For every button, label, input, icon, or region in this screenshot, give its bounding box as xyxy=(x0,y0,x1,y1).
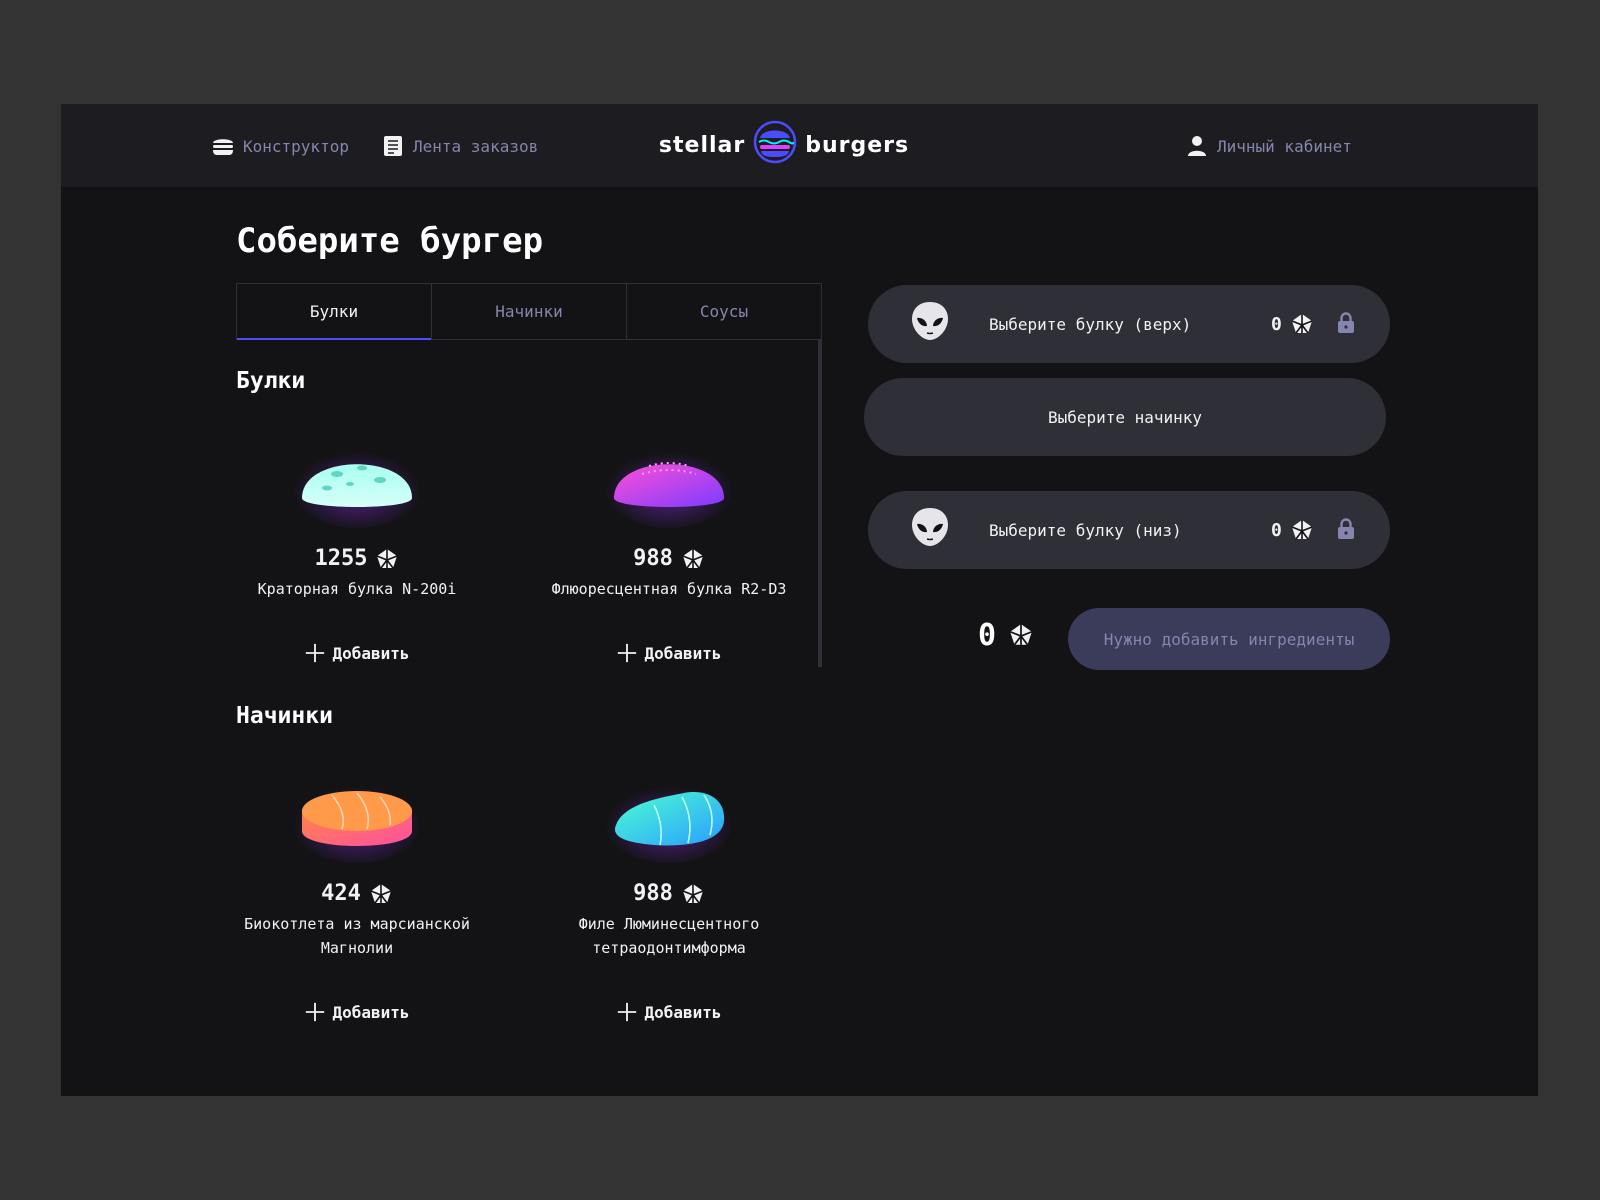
ingredient-price: 988 xyxy=(633,881,705,906)
order-total: 0 xyxy=(978,615,1034,655)
crater-bun-image xyxy=(292,438,422,528)
currency-icon xyxy=(681,882,705,906)
section-title-fillings: Начинки xyxy=(236,703,333,729)
ingredient-card[interactable]: 988 Филе Люминесцентного тетраодонтимфор… xyxy=(539,759,799,1023)
list-icon xyxy=(381,134,405,158)
bottom-bun-price: 0 xyxy=(1271,518,1314,542)
constructor-top-bun-slot[interactable]: Выберите булку (верх) 0 xyxy=(868,285,1390,363)
burger-icon xyxy=(211,134,235,158)
page-title: Соберите бургер xyxy=(236,221,544,261)
nav-feed-link[interactable]: Лента заказов xyxy=(381,131,538,161)
lock-icon[interactable] xyxy=(1334,311,1358,335)
tab-buns[interactable]: Булки xyxy=(236,283,432,340)
ingredient-name: Флюоресцентная булка R2-D3 xyxy=(551,580,787,598)
plus-icon xyxy=(616,642,638,664)
total-value: 0 xyxy=(978,617,997,653)
section-title-buns: Булки xyxy=(236,368,306,394)
add-label: Добавить xyxy=(644,643,722,663)
logo-text-left: stellar xyxy=(658,132,746,158)
ingredient-price: 988 xyxy=(633,546,705,571)
ingredient-name: Краторная булка N-200i xyxy=(257,580,457,598)
fluorescent-bun-image xyxy=(604,438,734,528)
app-header: Конструктор Лента заказов stellar burger… xyxy=(61,104,1538,187)
add-ingredient-button[interactable]: Добавить xyxy=(616,1001,722,1023)
nav-constructor-link[interactable]: Конструктор xyxy=(211,131,349,161)
ingredient-name: Филе Люминесцентного тетраодонтимформа xyxy=(578,915,760,957)
constructor-filling-slot[interactable]: Выберите начинку xyxy=(864,378,1386,456)
alien-icon xyxy=(908,299,952,343)
plus-icon xyxy=(616,1001,638,1023)
ingredient-name: Биокотлета из марсианской Магнолии xyxy=(244,915,470,957)
ingredient-card[interactable]: 1255 Краторная булка N-200i Добавить xyxy=(227,424,487,664)
currency-icon xyxy=(1290,312,1314,336)
currency-icon xyxy=(375,547,399,571)
currency-icon xyxy=(1008,622,1034,648)
price-value: 424 xyxy=(321,881,361,906)
stellar-burgers-logo[interactable]: stellar burgers xyxy=(639,120,929,170)
place-order-button[interactable]: Нужно добавить ингредиенты xyxy=(1068,608,1390,670)
bottom-bun-label: Выберите булку (низ) xyxy=(989,520,1182,540)
price-value: 1255 xyxy=(314,546,368,571)
app-window: Конструктор Лента заказов stellar burger… xyxy=(61,104,1538,1096)
currency-icon xyxy=(681,547,705,571)
add-label: Добавить xyxy=(332,1002,410,1022)
ingredients-scrollbar[interactable] xyxy=(818,339,822,667)
ingredient-price: 424 xyxy=(321,881,393,906)
user-icon xyxy=(1185,134,1209,158)
ingredient-card[interactable]: 424 Биокотлета из марсианской Магнолии Д… xyxy=(227,759,487,1023)
add-label: Добавить xyxy=(644,1002,722,1022)
price-value: 988 xyxy=(633,546,673,571)
add-ingredient-button[interactable]: Добавить xyxy=(304,1001,410,1023)
add-ingredient-button[interactable]: Добавить xyxy=(304,642,410,664)
currency-icon xyxy=(1290,518,1314,542)
price-value: 0 xyxy=(1271,313,1282,335)
add-label: Добавить xyxy=(332,643,410,663)
nav-feed-label: Лента заказов xyxy=(413,136,539,156)
tab-sauces[interactable]: Соусы xyxy=(627,283,822,339)
price-value: 0 xyxy=(1271,519,1282,541)
add-ingredient-button[interactable]: Добавить xyxy=(616,642,722,664)
logo-text-right: burgers xyxy=(805,132,910,158)
currency-icon xyxy=(369,882,393,906)
plus-icon xyxy=(304,642,326,664)
plus-icon xyxy=(304,1001,326,1023)
luminescent-fillet-image xyxy=(604,773,734,863)
nav-constructor-label: Конструктор xyxy=(243,136,349,156)
price-value: 988 xyxy=(633,881,673,906)
lock-icon[interactable] xyxy=(1334,517,1358,541)
alien-icon xyxy=(908,505,952,549)
ingredient-card[interactable]: 988 Флюоресцентная булка R2-D3 Добавить xyxy=(539,424,799,664)
ingredient-tabs: Булки Начинки Соусы xyxy=(236,283,822,340)
constructor-bottom-bun-slot[interactable]: Выберите булку (низ) 0 xyxy=(868,491,1390,569)
top-bun-price: 0 xyxy=(1271,312,1314,336)
nav-profile-label: Личный кабинет xyxy=(1217,136,1352,156)
nav-profile-link[interactable]: Личный кабинет xyxy=(1185,131,1352,161)
logo-burger-icon xyxy=(753,120,797,170)
ingredient-price: 1255 xyxy=(315,546,400,571)
tab-fillings[interactable]: Начинки xyxy=(432,283,627,339)
bio-cutlet-image xyxy=(292,773,422,863)
top-bun-label: Выберите булку (верх) xyxy=(989,314,1192,334)
